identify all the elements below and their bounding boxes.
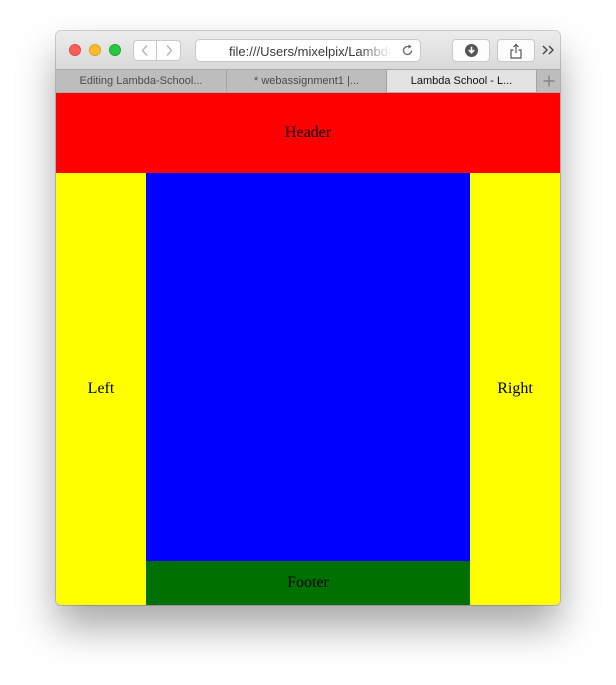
share-icon <box>510 43 522 59</box>
back-button[interactable] <box>133 40 157 61</box>
download-icon <box>464 44 478 57</box>
download-button[interactable] <box>452 39 490 62</box>
close-window-button[interactable] <box>69 44 81 56</box>
left-label: Left <box>87 380 115 397</box>
tab-editing-lambda-school[interactable]: Editing Lambda-School... <box>56 70 227 92</box>
header-label: Header <box>284 124 332 141</box>
right-sidebar: Right <box>470 173 560 605</box>
plus-icon <box>543 75 554 87</box>
chevron-right-icon <box>165 45 172 56</box>
tab-lambda-school-active[interactable]: Lambda School - L... <box>387 70 537 92</box>
header-section: Header <box>56 93 560 173</box>
footer-label: Footer <box>287 574 329 591</box>
zoom-window-button[interactable] <box>109 44 121 56</box>
browser-window: file:///Users/mixelpix/Lambda-School <box>56 31 560 605</box>
footer-section: Footer <box>146 561 470 605</box>
tab-bar: Editing Lambda-School... * webassignment… <box>56 69 560 93</box>
tab-webassignment1[interactable]: * webassignment1 |... <box>227 70 387 92</box>
share-button[interactable] <box>497 39 535 62</box>
minimize-window-button[interactable] <box>89 44 101 56</box>
main-content <box>146 173 470 561</box>
right-label: Right <box>497 380 533 397</box>
reload-icon[interactable] <box>400 43 415 58</box>
address-bar[interactable]: file:///Users/mixelpix/Lambda-School <box>195 39 421 62</box>
page-viewport: Header Left Right Footer <box>56 93 560 605</box>
browser-toolbar: file:///Users/mixelpix/Lambda-School <box>56 31 560 69</box>
chevron-left-icon <box>141 45 148 56</box>
forward-button[interactable] <box>157 40 181 61</box>
url-text: file:///Users/mixelpix/Lambda-School <box>229 44 391 59</box>
new-tab-button[interactable] <box>537 70 560 92</box>
left-sidebar: Left <box>56 173 146 605</box>
double-chevron-right-icon[interactable] <box>540 43 556 57</box>
